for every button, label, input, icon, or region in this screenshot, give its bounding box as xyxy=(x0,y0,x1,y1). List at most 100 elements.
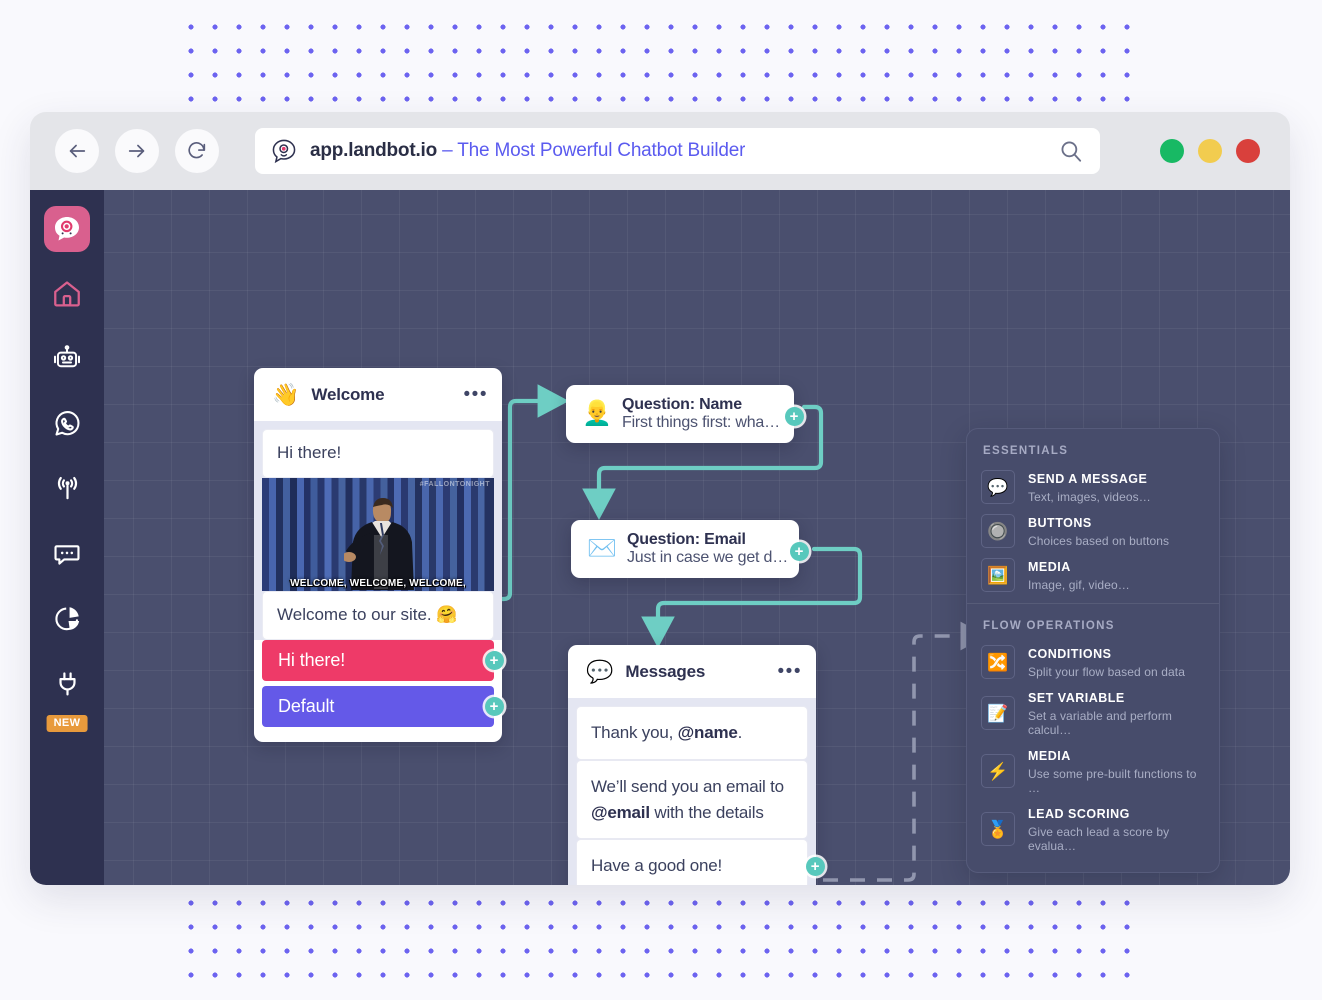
library-item-buttons[interactable]: 🔘 BUTTONS Choices based on buttons xyxy=(967,509,1219,553)
library-item-desc: Choices based on buttons xyxy=(1028,534,1170,548)
connector-plus-button[interactable]: + xyxy=(789,542,809,561)
library-item-name: SET VARIABLE xyxy=(1028,691,1125,705)
block-welcome-title: Welcome xyxy=(311,384,385,404)
gif-person-illustration xyxy=(343,497,414,590)
library-item-name: SEND A MESSAGE xyxy=(1028,472,1148,486)
sidebar-item-inbox[interactable] xyxy=(30,521,104,586)
forward-button[interactable] xyxy=(115,129,159,173)
home-icon xyxy=(54,280,80,306)
library-item-media-ops[interactable]: ⚡ MEDIA Use some pre-built functions to … xyxy=(967,742,1219,800)
more-options-icon[interactable]: ••• xyxy=(778,662,802,681)
library-item-text: SET VARIABLE Set a variable and perform … xyxy=(1028,689,1205,737)
app-sidebar: NEW xyxy=(30,190,104,885)
library-item-set-variable[interactable]: 📝 SET VARIABLE Set a variable and perfor… xyxy=(967,684,1219,742)
url-domain: app.landbot.io xyxy=(310,140,438,161)
library-item-desc: Give each lead a score by evalua… xyxy=(1028,825,1170,853)
landbot-logo-icon xyxy=(272,139,296,164)
logo-tile xyxy=(44,205,90,252)
sidebar-item-analytics[interactable] xyxy=(30,586,104,651)
library-item-lead-scoring[interactable]: 🏅 LEAD SCORING Give each lead a score by… xyxy=(967,800,1219,858)
library-item-media[interactable]: 🖼️ MEDIA Image, gif, video… xyxy=(967,553,1219,597)
connector-plus-button[interactable]: + xyxy=(484,696,504,716)
whatsapp-icon xyxy=(54,411,80,436)
block-messages-header: 💬 Messages ••• xyxy=(568,645,816,698)
app-body: NEW 👋 Welcome ••• Hi there! #FALLONTONIG… xyxy=(30,190,1290,885)
page-root: app.landbot.io – The Most Powerful Chatb… xyxy=(0,0,1322,1000)
library-item-desc: Split your flow based on data xyxy=(1028,665,1185,679)
maximize-button[interactable] xyxy=(1160,139,1184,163)
message-bubble[interactable]: Welcome to our site. 🤗 xyxy=(262,590,494,640)
library-item-name: MEDIA xyxy=(1028,560,1071,574)
button-label: Hi there! xyxy=(278,649,346,670)
library-item-desc: Use some pre-built functions to … xyxy=(1028,767,1197,795)
button-hi-there[interactable]: Hi there! + xyxy=(262,639,504,681)
medal-icon: 🏅 xyxy=(981,812,1015,846)
more-options-icon[interactable]: ••• xyxy=(464,385,488,404)
arrow-right-icon xyxy=(128,144,145,158)
browser-chrome: app.landbot.io – The Most Powerful Chatb… xyxy=(30,112,1290,190)
plug-icon xyxy=(58,672,76,696)
antenna-icon xyxy=(57,476,77,500)
block-messages-body: Thank you, @name. We’ll send you an emai… xyxy=(568,698,825,885)
sidebar-item-integrations[interactable]: NEW xyxy=(30,651,104,732)
shuffle-icon: 🔀 xyxy=(981,645,1015,679)
message-bubble[interactable]: Hi there! xyxy=(262,429,494,478)
sidebar-item-logo[interactable] xyxy=(30,196,104,261)
block-messages[interactable]: 💬 Messages ••• Thank you, @name. We’ll s… xyxy=(568,645,825,885)
search-icon[interactable] xyxy=(1058,138,1084,164)
sidebar-item-whatsapp[interactable] xyxy=(30,391,104,456)
library-item-conditions[interactable]: 🔀 CONDITIONS Split your flow based on da… xyxy=(967,640,1219,684)
lightning-icon: ⚡ xyxy=(981,754,1015,788)
button-default[interactable]: Default + xyxy=(262,685,504,727)
block-question-email[interactable]: ✉️ Question: Email Just in case we get d… xyxy=(571,520,809,578)
decorative-dot-grid-top xyxy=(176,12,1144,108)
minimize-button[interactable] xyxy=(1198,139,1222,163)
address-bar[interactable]: app.landbot.io – The Most Powerful Chatb… xyxy=(255,128,1100,174)
connector-plus-button[interactable]: + xyxy=(484,650,504,670)
button-icon: 🔘 xyxy=(981,514,1015,548)
speech-balloon-icon: 💬 xyxy=(586,658,614,684)
library-item-text: LEAD SCORING Give each lead a score by e… xyxy=(1028,805,1205,853)
reload-button[interactable] xyxy=(175,129,219,173)
sidebar-item-home[interactable] xyxy=(30,261,104,326)
picture-icon: 🖼️ xyxy=(981,558,1015,592)
library-item-text: CONDITIONS Split your flow based on data xyxy=(1028,645,1185,679)
message-bubble[interactable]: Have a good one! + xyxy=(576,839,825,885)
memo-icon: 📝 xyxy=(981,696,1015,730)
close-button[interactable] xyxy=(1236,139,1260,163)
new-badge: NEW xyxy=(46,715,88,732)
library-item-text: MEDIA Image, gif, video… xyxy=(1028,558,1130,592)
library-item-desc: Set a variable and perform calcul… xyxy=(1028,709,1173,737)
gif-watermark: #FALLONTONIGHT xyxy=(419,480,490,488)
message-bubble[interactable]: Thank you, @name. xyxy=(576,706,808,760)
block-welcome[interactable]: 👋 Welcome ••• Hi there! #FALLONTONIGHT W… xyxy=(254,368,504,742)
block-question-name-text: Question: Name First things first: wha… xyxy=(622,396,780,432)
robot-icon xyxy=(54,344,80,367)
sidebar-item-broadcast[interactable] xyxy=(30,456,104,521)
browser-window: app.landbot.io – The Most Powerful Chatb… xyxy=(30,112,1290,885)
connector-plus-button[interactable]: + xyxy=(784,407,804,426)
sidebar-item-bots[interactable] xyxy=(30,326,104,391)
block-welcome-header: 👋 Welcome ••• xyxy=(254,368,502,421)
library-item-name: MEDIA xyxy=(1028,749,1071,763)
library-item-text: BUTTONS Choices based on buttons xyxy=(1028,514,1169,548)
gif-caption: WELCOME, WELCOME, WELCOME, xyxy=(290,577,466,589)
pie-chart-icon xyxy=(54,607,79,631)
gif-media[interactable]: #FALLONTONIGHT WELCOME, WELCOME, WELCOME… xyxy=(262,477,494,591)
library-item-name: CONDITIONS xyxy=(1028,647,1112,661)
message-text: Have a good one! xyxy=(591,856,723,876)
block-question-name[interactable]: 👱‍♂️ Question: Name First things first: … xyxy=(566,385,804,443)
block-subtitle: Just in case we get d… xyxy=(627,549,789,566)
library-item-send-a-message[interactable]: 💬 SEND A MESSAGE Text, images, videos… xyxy=(967,465,1219,509)
message-bubble[interactable]: We’ll send you an email to @email with t… xyxy=(576,759,808,840)
connector-plus-button[interactable]: + xyxy=(805,856,825,876)
library-section-title: ESSENTIALS xyxy=(983,445,1069,457)
block-welcome-body: Hi there! #FALLONTONIGHT WELCOME, WELCOM… xyxy=(254,421,502,640)
library-item-desc: Text, images, videos… xyxy=(1028,490,1151,504)
chat-bubble-icon xyxy=(54,544,80,565)
block-messages-title: Messages xyxy=(625,661,706,681)
speech-bubble-icon: 💬 xyxy=(981,470,1015,504)
back-button[interactable] xyxy=(55,129,99,173)
block-library-panel[interactable]: ESSENTIALS 💬 SEND A MESSAGE Text, images… xyxy=(966,428,1220,873)
flow-canvas[interactable]: 👋 Welcome ••• Hi there! #FALLONTONIGHT W… xyxy=(104,190,1290,885)
